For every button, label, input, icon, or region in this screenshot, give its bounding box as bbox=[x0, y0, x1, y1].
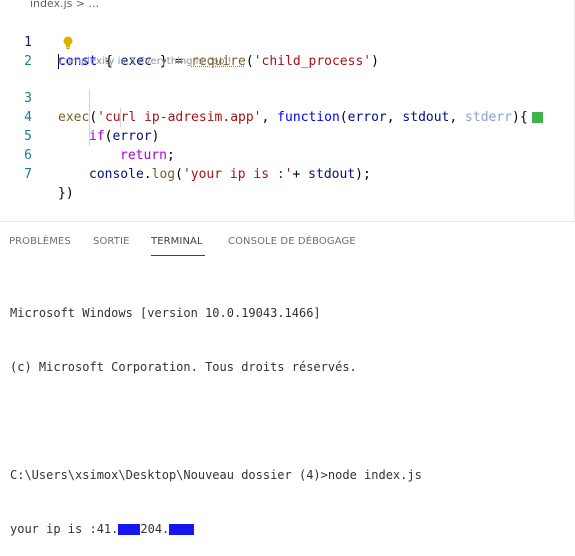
code-text: }) bbox=[58, 186, 74, 201]
indent-guide bbox=[89, 89, 90, 146]
terminal-line: (c) Microsoft Corporation. Tous droits r… bbox=[10, 360, 357, 374]
lightbulb-icon[interactable] bbox=[62, 35, 74, 51]
line-number: 7 bbox=[24, 167, 32, 182]
panel-divider[interactable] bbox=[0, 221, 575, 222]
redaction-mark bbox=[169, 524, 195, 535]
tab-terminal[interactable]: TERMINAL bbox=[151, 236, 203, 247]
code-line-4[interactable]: 4 if(error) bbox=[0, 89, 575, 144]
terminal-output-line: your ip is :41. 204. bbox=[10, 520, 570, 538]
panel-tabs: PROBLÈMES SORTIE TERMINAL CONSOLE DE DÉB… bbox=[0, 230, 575, 258]
code-line-3[interactable]: 3 exec('curl ip-adresim.app', function(e… bbox=[0, 70, 575, 125]
terminal-command: node index.js bbox=[327, 468, 422, 482]
terminal-output[interactable]: Microsoft Windows [version 10.0.19043.14… bbox=[10, 268, 570, 556]
code-line-1[interactable]: 1 const { exec } = require('child_proces… bbox=[0, 14, 575, 69]
breadcrumb-ellipsis[interactable]: ... bbox=[89, 0, 100, 10]
tab-debug-console[interactable]: CONSOLE DE DÉBOGAGE bbox=[228, 236, 356, 247]
terminal-prompt-line: C:\Users\xsimox\Desktop\Nouveau dossier … bbox=[10, 466, 570, 484]
code-line-7[interactable]: 7 }) bbox=[0, 146, 575, 201]
tab-output[interactable]: SORTIE bbox=[93, 236, 129, 247]
line-number: 2 bbox=[24, 54, 32, 69]
breadcrumb-separator: > bbox=[75, 0, 86, 10]
code-text: console.log('your ip is :'+ stdout); bbox=[89, 167, 371, 182]
code-line-6[interactable]: 6 console.log('your ip is :'+ stdout); bbox=[0, 127, 575, 182]
code-line-2[interactable]: 2 bbox=[0, 33, 575, 69]
breadcrumb: index.js > ... bbox=[0, 0, 575, 12]
code-line-5[interactable]: 5 return; bbox=[0, 108, 575, 163]
codelens-complexity[interactable]: Complexity is 3 Everything is cool! bbox=[58, 54, 231, 70]
terminal-prompt: C:\Users\xsimox\Desktop\Nouveau dossier … bbox=[10, 468, 328, 482]
tab-problems[interactable]: PROBLÈMES bbox=[9, 236, 71, 247]
code-editor[interactable]: 1 const { exec } = require('child_proces… bbox=[0, 12, 575, 220]
redaction-mark bbox=[118, 524, 141, 535]
breadcrumb-file[interactable]: index.js bbox=[30, 0, 72, 10]
active-tab-indicator bbox=[151, 255, 205, 256]
terminal-line: Microsoft Windows [version 10.0.19043.14… bbox=[10, 306, 321, 320]
indent-guide bbox=[120, 108, 121, 127]
